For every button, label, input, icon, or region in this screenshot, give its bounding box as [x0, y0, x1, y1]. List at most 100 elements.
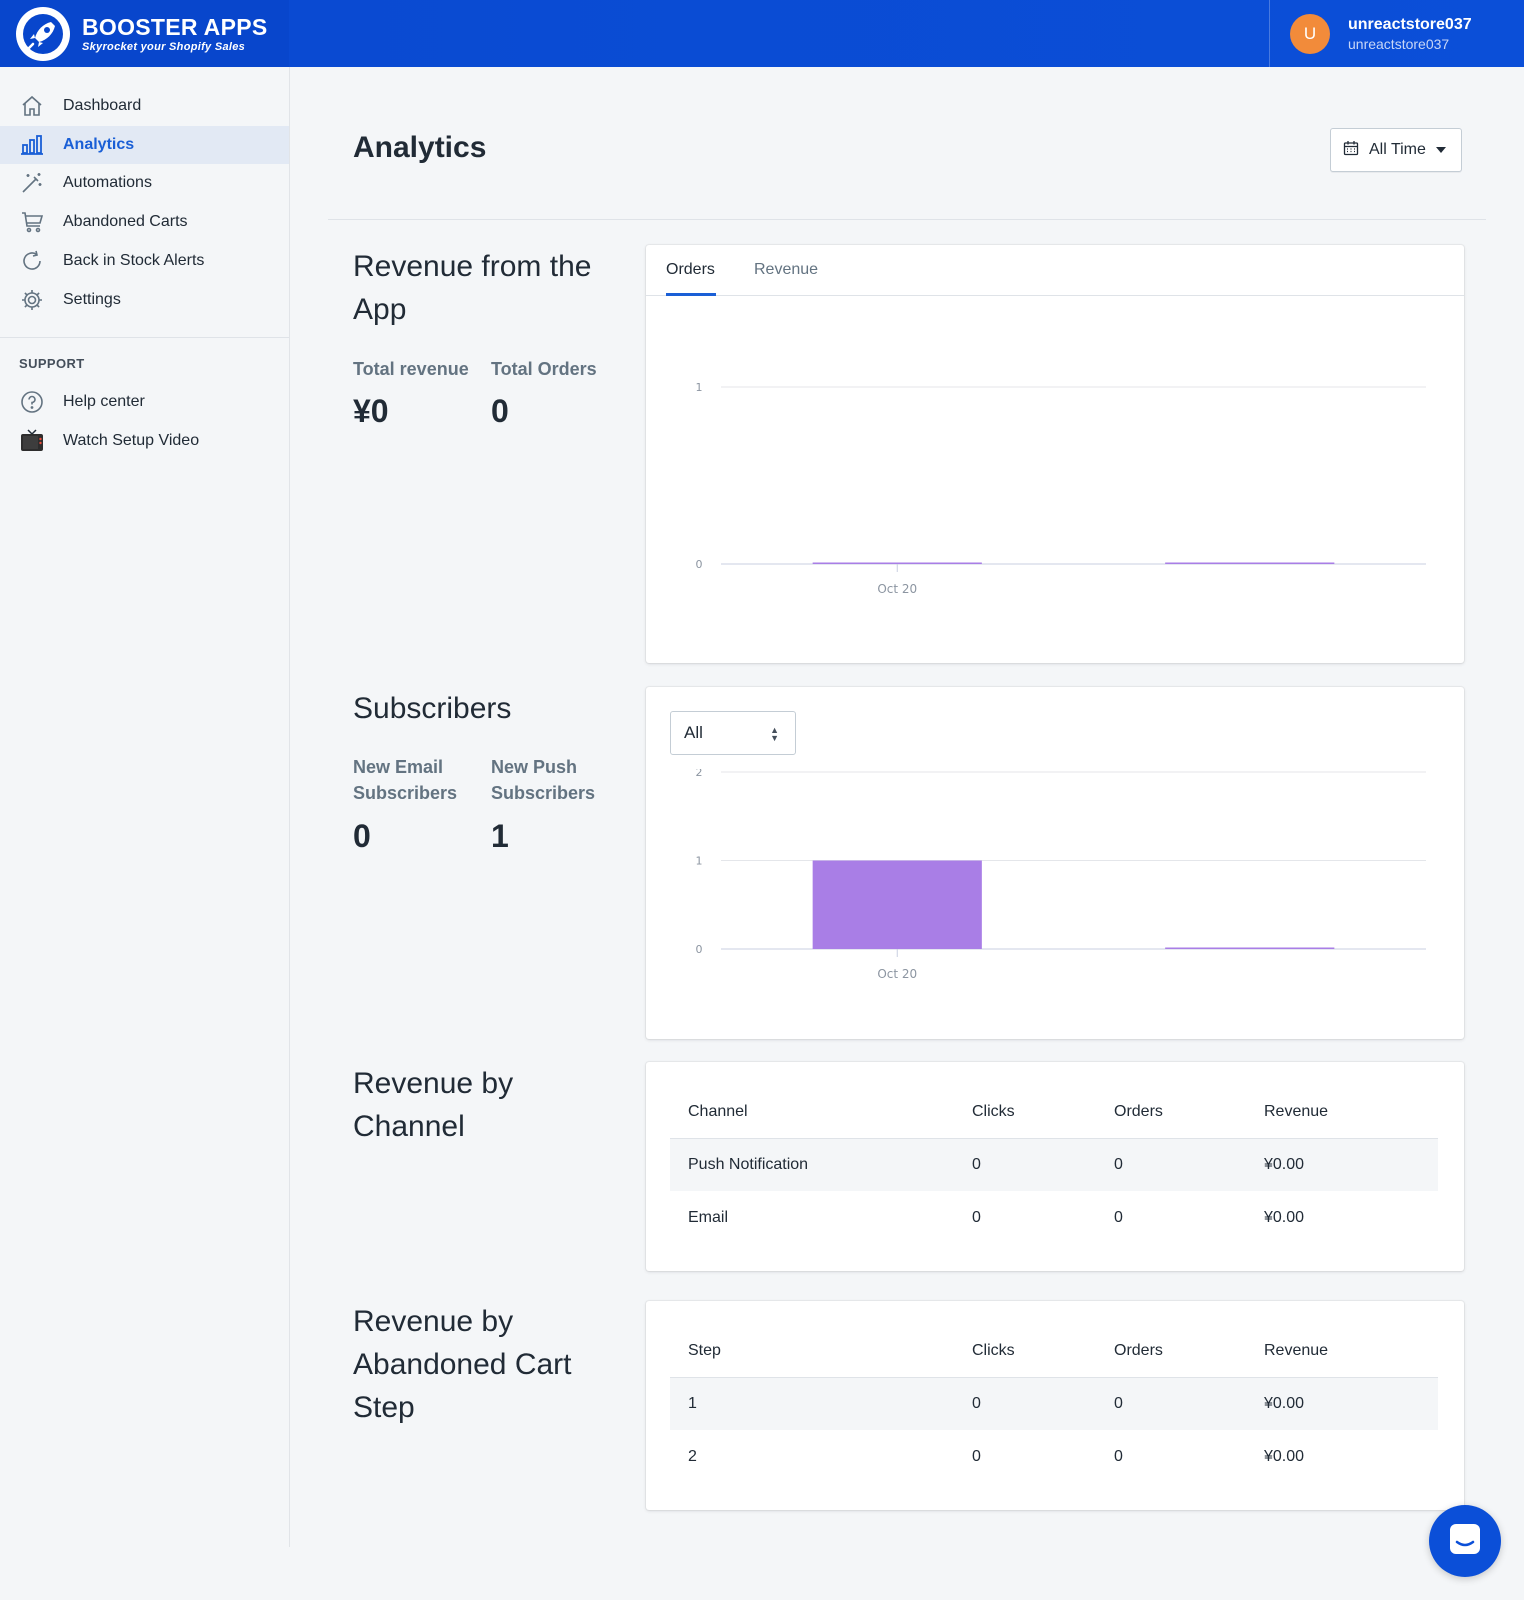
table-cell: ¥0.00 [1264, 1138, 1438, 1191]
bar-chart-icon [19, 132, 45, 158]
new-push-subscribers-value: 1 [491, 818, 509, 854]
sidebar-item-label: Dashboard [63, 97, 142, 114]
brand-name: BOOSTER APPS [82, 13, 268, 40]
caret-down-icon [1435, 147, 1446, 153]
column-header: Revenue [1264, 1325, 1438, 1378]
tab-revenue[interactable]: Revenue [754, 261, 818, 279]
table-cell: 0 [1114, 1377, 1264, 1430]
table-cell: 0 [1114, 1447, 1123, 1465]
total-orders-value: 0 [491, 393, 509, 429]
user-store: unreactstore037 [1348, 35, 1450, 52]
top-header: BOOSTER APPS Skyrocket your Shopify Sale… [0, 0, 1524, 67]
sidebar-item-label: Automations [63, 174, 152, 191]
y-tick-label: 1 [696, 855, 703, 868]
step-section-title: Revenue by Abandoned Cart Step [353, 1305, 572, 1424]
brand[interactable]: BOOSTER APPS Skyrocket your Shopify Sale… [0, 0, 289, 67]
table-cell: ¥0.00 [1264, 1208, 1305, 1226]
question-icon [19, 389, 45, 415]
table-row: 2 0 0 ¥0.00 [670, 1430, 1438, 1483]
sidebar-item-label: Watch Setup Video [63, 432, 200, 449]
subscriber-type-select[interactable]: All ▲ ▼ [670, 711, 796, 755]
sidebar-item-setup-video[interactable]: Watch Setup Video [0, 422, 289, 460]
column-header: Revenue [1264, 1086, 1438, 1139]
table-cell: Push Notification [670, 1138, 972, 1191]
chat-launcher-button[interactable] [1429, 1505, 1501, 1577]
table-cell: 0 [1114, 1138, 1264, 1191]
x-tick-label: Oct 20 [877, 967, 917, 981]
brand-tagline: Skyrocket your Shopify Sales [82, 40, 246, 53]
home-icon [19, 93, 45, 119]
new-email-subscribers-label: New Email Subscribers [353, 757, 458, 803]
avatar: U [1290, 13, 1330, 54]
table-cell: 0 [972, 1377, 1114, 1430]
total-revenue-value: ¥0 [353, 393, 389, 429]
chart-bar[interactable] [812, 562, 982, 565]
step-table: Step Clicks Orders Revenue 1 0 0 ¥0.00 2… [670, 1325, 1438, 1483]
sidebar-item-settings[interactable]: Settings [0, 281, 289, 319]
table-cell: ¥0.00 [1264, 1447, 1305, 1465]
table-cell: 2 [688, 1447, 697, 1465]
step-table-card: Step Clicks Orders Revenue 1 0 0 ¥0.00 2… [646, 1301, 1464, 1510]
column-header: Channel [670, 1086, 972, 1139]
sidebar-item-abandoned-carts[interactable]: Abandoned Carts [0, 203, 289, 241]
sidebar-item-dashboard[interactable]: Dashboard [0, 87, 289, 125]
y-tick-label: 1 [696, 381, 703, 394]
magic-wand-icon [19, 170, 45, 196]
tv-icon [19, 428, 45, 454]
total-orders-label: Total Orders [491, 359, 597, 379]
new-push-subscribers-label: New Push Subscribers [491, 757, 596, 803]
sidebar-item-label: Help center [63, 393, 145, 410]
sidebar-item-label: Settings [63, 291, 121, 308]
table-row: Push Notification 0 0 ¥0.00 [670, 1138, 1438, 1191]
page-title: Analytics [353, 131, 487, 164]
subscriber-type-value: All [684, 723, 703, 742]
column-header: Step [670, 1325, 972, 1378]
table-cell: 0 [972, 1447, 981, 1465]
revenue-section-title: Revenue from the App [353, 250, 592, 326]
sidebar-item-help-center[interactable]: Help center [0, 383, 289, 421]
table-cell: 1 [670, 1377, 972, 1430]
y-tick-label: 0 [696, 943, 703, 956]
sidebar-item-back-in-stock[interactable]: Back in Stock Alerts [0, 242, 289, 280]
sidebar-item-label: Back in Stock Alerts [63, 252, 205, 269]
user-menu[interactable]: U unreactstore037 unreactstore037 [1269, 0, 1524, 67]
channel-table: Channel Clicks Orders Revenue Push Notif… [670, 1086, 1438, 1244]
channel-table-card: Channel Clicks Orders Revenue Push Notif… [646, 1062, 1464, 1271]
time-filter-label: All Time [1369, 141, 1426, 158]
new-email-subscribers-value: 0 [353, 818, 371, 854]
cart-icon [19, 209, 45, 235]
table-cell: 0 [972, 1138, 1114, 1191]
subscribers-section-title: Subscribers [353, 692, 512, 725]
subscribers-chart: 0 1 2 Oct 20 [696, 769, 1426, 981]
time-filter-button[interactable]: All Time [1330, 128, 1462, 172]
chat-icon [1448, 1522, 1482, 1561]
column-header: Orders [1114, 1086, 1264, 1139]
sidebar-item-analytics[interactable]: Analytics [0, 126, 289, 164]
total-revenue-label: Total revenue [353, 359, 469, 379]
table-header-row: Channel Clicks Orders Revenue [670, 1086, 1438, 1139]
active-tab-indicator [666, 293, 716, 296]
y-tick-label: 2 [696, 769, 703, 779]
sidebar: Dashboard Analytics Automations Abandone… [0, 67, 290, 1547]
table-header-row: Step Clicks Orders Revenue [670, 1325, 1438, 1378]
chart-tabs: Orders Revenue [646, 245, 1464, 296]
column-header: Clicks [972, 1325, 1114, 1378]
orders-chart: 0 1 Oct 20 [696, 381, 1426, 596]
refresh-icon [19, 248, 45, 274]
table-row: Email 0 0 ¥0.00 [670, 1191, 1438, 1244]
y-tick-label: 0 [696, 558, 703, 571]
chart-bar[interactable] [1165, 562, 1335, 565]
chart-bar[interactable] [1165, 947, 1335, 950]
column-header: Clicks [972, 1086, 1114, 1139]
column-header: Orders [1114, 1325, 1264, 1378]
x-tick-label: Oct 20 [877, 582, 917, 596]
chart-bar[interactable] [812, 860, 982, 950]
sidebar-item-automations[interactable]: Automations [0, 164, 289, 202]
table-cell: ¥0.00 [1264, 1377, 1438, 1430]
sidebar-item-label: Abandoned Carts [63, 213, 188, 230]
tab-orders[interactable]: Orders [666, 261, 715, 279]
table-cell: Email [688, 1208, 729, 1226]
title-divider [328, 219, 1486, 220]
subscribers-chart-card: All ▲ ▼ 0 1 2 Oct 20 [646, 687, 1464, 1039]
sidebar-item-label: Analytics [63, 136, 135, 153]
